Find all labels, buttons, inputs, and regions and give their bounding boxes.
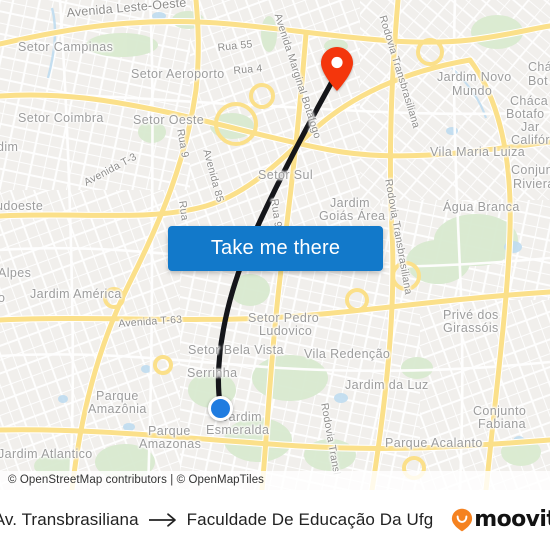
arrow-right-icon bbox=[148, 513, 176, 527]
destination-label: Faculdade De Educação Da Ufg bbox=[186, 510, 434, 529]
map-canvas[interactable]: Avenida Leste-Oeste Setor Campinas Rua 55 S… bbox=[0, 0, 550, 490]
moovit-wordmark: moovit bbox=[474, 507, 550, 532]
origin-location-dot[interactable] bbox=[208, 396, 233, 421]
footer-bar: Av. Transbrasiliana Faculdade De Educaçã… bbox=[0, 490, 550, 550]
route-preview-screen: Avenida Leste-Oeste Setor Campinas Rua 55 S… bbox=[0, 0, 550, 550]
route-summary: Av. Transbrasiliana Faculdade De Educaçã… bbox=[0, 510, 433, 530]
map-attribution: © OpenStreetMap contributors | © OpenMap… bbox=[0, 471, 550, 490]
destination-pin-icon[interactable] bbox=[320, 46, 354, 92]
moovit-logo[interactable]: moovit bbox=[451, 508, 550, 532]
take-me-there-button[interactable]: Take me there bbox=[168, 226, 383, 271]
moovit-pin-icon bbox=[452, 508, 473, 532]
origin-label: Av. Transbrasiliana bbox=[0, 510, 139, 529]
